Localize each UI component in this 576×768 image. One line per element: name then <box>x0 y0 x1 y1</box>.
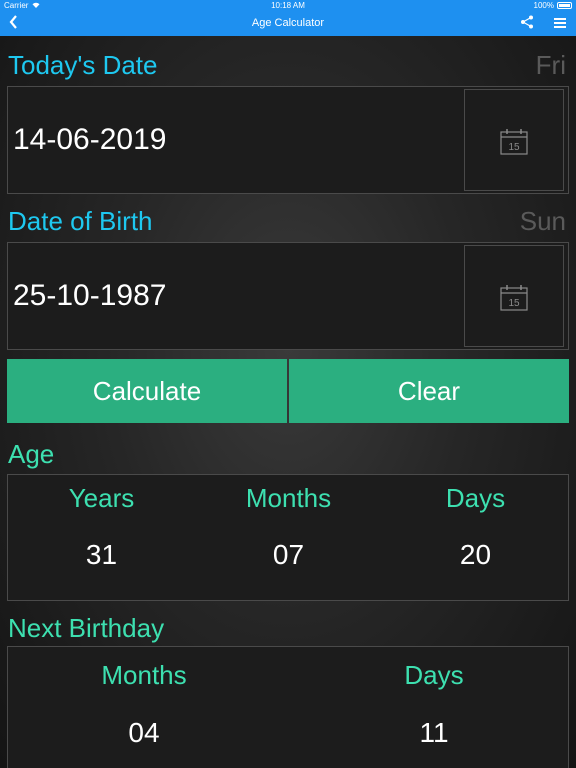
today-date-label: Today's Date <box>8 50 158 80</box>
today-date-value: 14-06-2019 <box>13 123 167 156</box>
age-panel: Years Months Days 31 07 20 <box>7 474 569 601</box>
next-birthday-months-head: Months <box>101 660 187 690</box>
today-date-field[interactable]: 14-06-2019 15 <box>7 86 569 194</box>
age-days-value: 20 <box>459 539 492 570</box>
age-label: Age <box>8 439 55 469</box>
calendar-icon: 15 <box>500 285 528 311</box>
page-title: Age Calculator <box>251 17 325 29</box>
battery-percent: 100% <box>533 1 554 10</box>
svg-text:15: 15 <box>508 298 520 309</box>
birth-weekday: Sun <box>519 206 566 236</box>
status-bar: Carrier 10:18 AM 100% <box>0 0 576 12</box>
next-birthday-label: Next Birthday <box>8 613 165 643</box>
next-birthday-days-head: Days <box>404 660 464 690</box>
battery-icon <box>557 2 572 9</box>
share-icon[interactable] <box>520 15 536 31</box>
status-time: 10:18 AM <box>271 1 305 10</box>
age-years-head: Years <box>68 483 135 513</box>
calculate-button[interactable]: Calculate <box>7 359 287 423</box>
next-birthday-days-value: 11 <box>419 717 449 748</box>
svg-text:15: 15 <box>508 142 520 153</box>
birth-calendar-button[interactable]: 15 <box>464 245 564 347</box>
birth-date-value: 25-10-1987 <box>13 279 167 312</box>
clear-button[interactable]: Clear <box>289 359 569 423</box>
birth-date-field[interactable]: 25-10-1987 15 <box>7 242 569 350</box>
today-weekday: Fri <box>535 50 566 80</box>
birth-date-label: Date of Birth <box>8 206 153 236</box>
age-days-head: Days <box>445 483 506 513</box>
action-row: Calculate Clear <box>7 359 569 423</box>
menu-icon[interactable] <box>554 18 566 28</box>
calendar-icon: 15 <box>500 129 528 155</box>
age-months-value: 07 <box>272 539 305 570</box>
next-birthday-panel: Months Days 04 11 <box>7 646 569 768</box>
today-calendar-button[interactable]: 15 <box>464 89 564 191</box>
next-birthday-months-value: 04 <box>128 717 160 748</box>
age-months-head: Months <box>245 483 332 513</box>
age-years-value: 31 <box>85 539 118 570</box>
nav-bar: Age Calculator <box>0 12 576 36</box>
